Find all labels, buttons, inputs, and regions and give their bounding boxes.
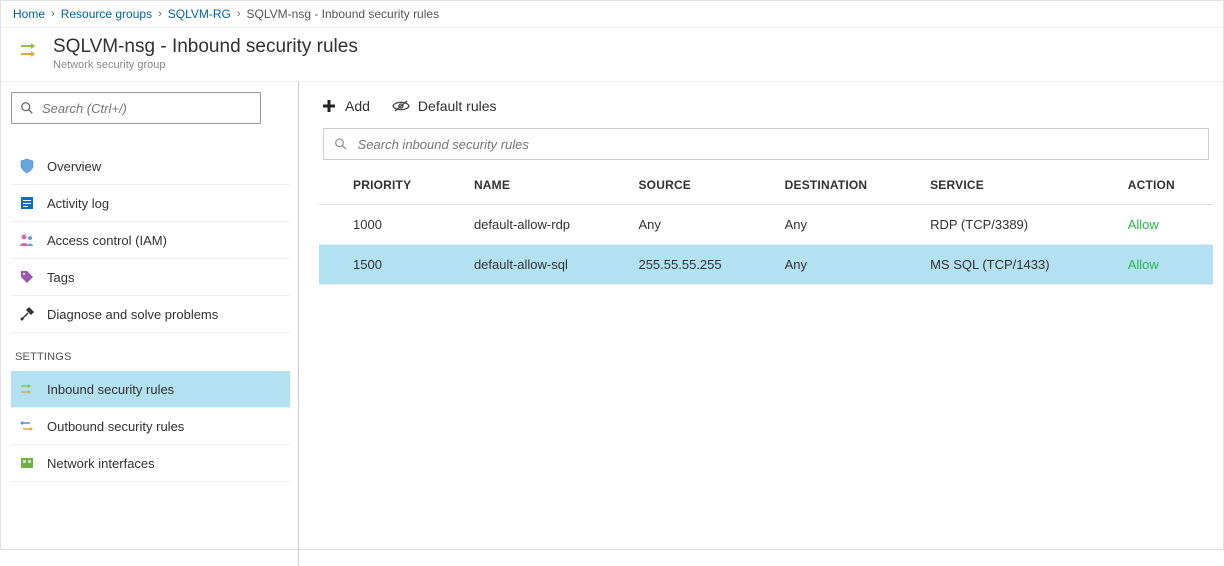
cell-priority: 1000 bbox=[319, 205, 464, 245]
chevron-right-icon: › bbox=[158, 8, 162, 20]
cell-action: Allow bbox=[1118, 245, 1213, 285]
cell-action: Allow bbox=[1118, 205, 1213, 245]
sidebar-item-label: Access control (IAM) bbox=[47, 233, 167, 248]
add-button-label: Add bbox=[345, 98, 370, 114]
rules-table: PRIORITY NAME SOURCE DESTINATION SERVICE… bbox=[319, 166, 1213, 285]
breadcrumb-home[interactable]: Home bbox=[13, 7, 45, 21]
page-header: SQLVM-nsg - Inbound security rules Netwo… bbox=[1, 28, 1223, 82]
add-button[interactable]: Add bbox=[321, 98, 370, 114]
col-service[interactable]: SERVICE bbox=[920, 166, 1118, 205]
cell-service: MS SQL (TCP/1433) bbox=[920, 245, 1118, 285]
chevron-right-icon: › bbox=[51, 8, 55, 20]
breadcrumb-resource-groups[interactable]: Resource groups bbox=[61, 7, 152, 21]
sidebar-item-label: Network interfaces bbox=[47, 456, 155, 471]
inbound-rules-icon bbox=[17, 38, 41, 62]
col-priority[interactable]: PRIORITY bbox=[319, 166, 464, 205]
chevron-right-icon: › bbox=[237, 8, 241, 20]
sidebar-item-outbound-rules[interactable]: Outbound security rules bbox=[11, 408, 290, 445]
sidebar-search-input[interactable] bbox=[42, 101, 252, 116]
sidebar-item-label: Overview bbox=[47, 159, 101, 174]
cell-source: Any bbox=[628, 205, 774, 245]
sidebar-item-activity-log[interactable]: Activity log bbox=[11, 185, 290, 222]
cell-destination: Any bbox=[775, 245, 920, 285]
cell-destination: Any bbox=[775, 205, 920, 245]
tag-icon bbox=[19, 269, 35, 285]
nic-icon bbox=[19, 455, 35, 471]
cell-source: 255.55.55.255 bbox=[628, 245, 774, 285]
sidebar-section-settings: SETTINGS bbox=[11, 333, 290, 371]
sidebar-item-label: Diagnose and solve problems bbox=[47, 307, 218, 322]
plus-icon bbox=[321, 98, 337, 114]
main-search[interactable] bbox=[323, 128, 1209, 160]
main-content: Add Default rules PRIORITY NAME SOURCE D… bbox=[299, 82, 1223, 566]
table-row[interactable]: 1500 default-allow-sql 255.55.55.255 Any… bbox=[319, 245, 1213, 285]
sidebar-item-tags[interactable]: Tags bbox=[11, 259, 290, 296]
page-subtitle: Network security group bbox=[53, 59, 358, 71]
eye-off-icon bbox=[392, 99, 410, 113]
col-destination[interactable]: DESTINATION bbox=[775, 166, 920, 205]
log-icon bbox=[19, 195, 35, 211]
toolbar: Add Default rules bbox=[319, 94, 1213, 128]
col-action[interactable]: ACTION bbox=[1118, 166, 1213, 205]
cell-service: RDP (TCP/3389) bbox=[920, 205, 1118, 245]
sidebar-item-diagnose[interactable]: Diagnose and solve problems bbox=[11, 296, 290, 333]
col-name[interactable]: NAME bbox=[464, 166, 629, 205]
breadcrumb-current: SQLVM-nsg - Inbound security rules bbox=[247, 7, 440, 21]
breadcrumb-rg-name[interactable]: SQLVM-RG bbox=[168, 7, 231, 21]
breadcrumb: Home › Resource groups › SQLVM-RG › SQLV… bbox=[1, 1, 1223, 28]
sidebar-item-access-control[interactable]: Access control (IAM) bbox=[11, 222, 290, 259]
cell-name: default-allow-sql bbox=[464, 245, 629, 285]
sidebar-item-label: Outbound security rules bbox=[47, 419, 184, 434]
sidebar-search[interactable] bbox=[11, 92, 261, 124]
sidebar-item-inbound-rules[interactable]: Inbound security rules bbox=[11, 371, 290, 408]
search-icon bbox=[334, 137, 348, 151]
col-source[interactable]: SOURCE bbox=[628, 166, 774, 205]
default-rules-label: Default rules bbox=[418, 98, 497, 114]
inbound-icon bbox=[19, 381, 35, 397]
sidebar: Overview Activity log Access control (IA… bbox=[1, 82, 299, 566]
sidebar-item-label: Tags bbox=[47, 270, 74, 285]
cell-name: default-allow-rdp bbox=[464, 205, 629, 245]
shield-icon bbox=[19, 158, 35, 174]
cell-priority: 1500 bbox=[319, 245, 464, 285]
tools-icon bbox=[19, 306, 35, 322]
table-row[interactable]: 1000 default-allow-rdp Any Any RDP (TCP/… bbox=[319, 205, 1213, 245]
sidebar-item-network-interfaces[interactable]: Network interfaces bbox=[11, 445, 290, 482]
main-search-input[interactable] bbox=[358, 137, 1198, 152]
search-icon bbox=[20, 101, 34, 115]
people-icon bbox=[19, 232, 35, 248]
outbound-icon bbox=[19, 418, 35, 434]
page-title: SQLVM-nsg - Inbound security rules bbox=[53, 36, 358, 58]
sidebar-item-label: Activity log bbox=[47, 196, 109, 211]
sidebar-item-label: Inbound security rules bbox=[47, 382, 174, 397]
default-rules-button[interactable]: Default rules bbox=[392, 98, 497, 114]
sidebar-item-overview[interactable]: Overview bbox=[11, 148, 290, 185]
